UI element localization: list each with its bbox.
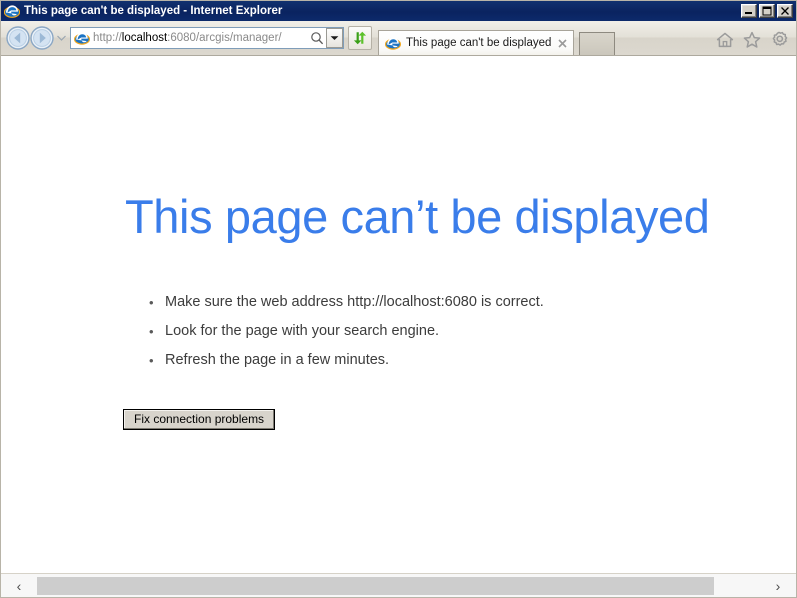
list-item: Look for the page with your search engin… <box>149 317 544 346</box>
title-bar: This page can't be displayed - Internet … <box>1 1 796 21</box>
list-item: Refresh the page in a few minutes. <box>149 346 544 375</box>
new-tab-button[interactable] <box>579 32 616 55</box>
close-button[interactable] <box>777 4 793 18</box>
recent-pages-chevron-down-icon[interactable] <box>55 25 68 51</box>
navigation-toolbar: http://localhost:6080/arcgis/manager/ Th… <box>1 21 796 55</box>
home-icon[interactable] <box>715 30 735 50</box>
url-host: localhost <box>121 32 168 44</box>
refresh-button[interactable] <box>348 26 372 50</box>
refresh-icon <box>353 31 367 45</box>
window-title: This page can't be displayed - Internet … <box>24 5 283 17</box>
browser-tool-icons <box>715 30 789 55</box>
horizontal-scrollbar[interactable]: ‹ › <box>1 573 796 597</box>
search-icon[interactable] <box>308 28 326 48</box>
suggestions-list: Make sure the web address http://localho… <box>149 288 544 375</box>
scrollbar-thumb[interactable] <box>37 577 714 595</box>
fix-connection-problems-button[interactable]: Fix connection problems <box>123 409 276 430</box>
tools-gear-icon[interactable] <box>769 30 789 50</box>
scroll-left-arrow-icon[interactable]: ‹ <box>1 574 37 597</box>
list-item: Make sure the web address http://localho… <box>149 288 544 317</box>
window-controls <box>741 4 793 18</box>
address-ie-logo-icon <box>73 30 91 46</box>
page-title: This page can’t be displayed <box>125 190 710 243</box>
minimize-button[interactable] <box>741 4 757 18</box>
url-suffix: :6080/arcgis/manager/ <box>167 32 282 44</box>
scroll-right-arrow-icon[interactable]: › <box>760 574 796 597</box>
page-content: This page can’t be displayed Make sure t… <box>1 55 796 573</box>
tab-label: This page can't be displayed <box>406 37 552 49</box>
address-bar[interactable]: http://localhost:6080/arcgis/manager/ <box>70 27 344 49</box>
forward-button[interactable] <box>29 25 55 51</box>
internet-explorer-window: This page can't be displayed - Internet … <box>0 0 797 598</box>
close-icon[interactable] <box>555 36 569 50</box>
tab-ie-logo-icon <box>384 35 402 51</box>
address-dropdown-chevron-down-icon[interactable] <box>326 28 343 48</box>
maximize-button[interactable] <box>759 4 775 18</box>
tab-this-page-cant-be-displayed[interactable]: This page can't be displayed <box>378 30 575 55</box>
scrollbar-track[interactable] <box>37 574 760 597</box>
url-prefix: http:// <box>93 32 122 44</box>
ie-logo-icon <box>3 3 21 19</box>
back-button[interactable] <box>5 25 31 51</box>
tab-strip: This page can't be displayed <box>378 21 792 55</box>
address-url-text: http://localhost:6080/arcgis/manager/ <box>93 28 308 48</box>
favorites-star-icon[interactable] <box>742 30 762 50</box>
